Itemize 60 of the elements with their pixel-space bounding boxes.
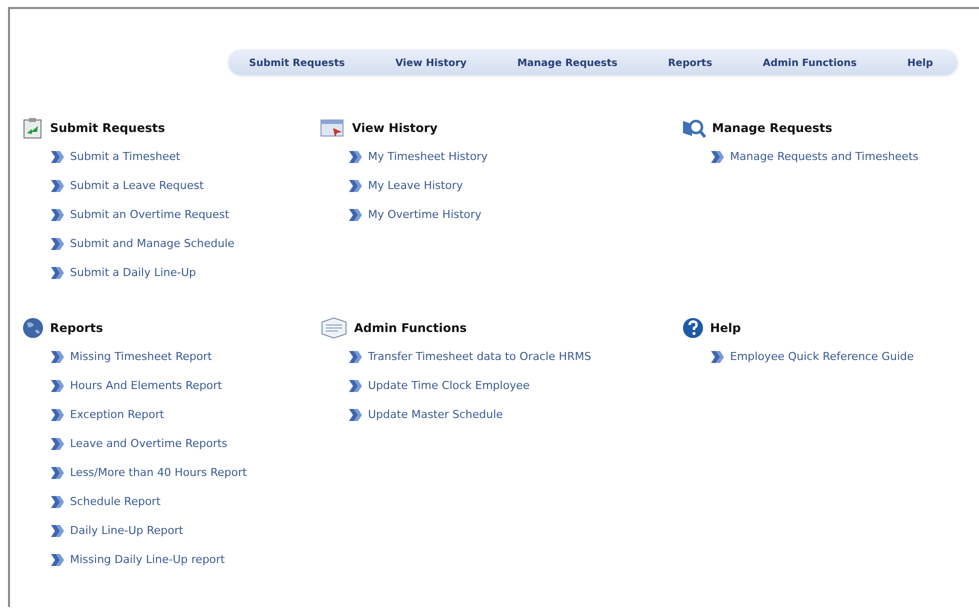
menu-link[interactable]: Hours And Elements Report (70, 379, 222, 392)
section-title: Reports (50, 321, 104, 335)
chevron-icon (348, 150, 363, 164)
section-title: View History (352, 121, 438, 135)
menu-link[interactable]: My Timesheet History (368, 150, 488, 163)
chevron-icon (50, 552, 65, 566)
section-title: Help (710, 321, 741, 335)
menu-link[interactable]: My Leave History (368, 179, 463, 192)
chevron-icon (348, 378, 363, 392)
envelope-icon (320, 316, 348, 340)
chevron-icon (50, 408, 65, 422)
chevron-icon (710, 150, 725, 164)
menu-link[interactable]: Submit a Leave Request (70, 179, 204, 192)
menu-link[interactable]: Update Master Schedule (368, 408, 503, 421)
globe-icon (22, 317, 44, 339)
nav-link[interactable]: Admin Functions (762, 58, 857, 68)
chevron-icon (348, 408, 363, 422)
window-icon (320, 118, 346, 138)
section-title: Manage Requests (712, 121, 832, 135)
menu-link[interactable]: Missing Daily Line-Up report (70, 553, 225, 566)
chevron-icon (50, 436, 65, 450)
menu-link[interactable]: Manage Requests and Timesheets (730, 150, 918, 163)
nav-link[interactable]: Submit Requests (249, 58, 345, 68)
nav-link[interactable]: Help (907, 58, 933, 68)
chevron-icon (50, 466, 65, 480)
section-title: Admin Functions (354, 321, 467, 335)
chevron-icon (50, 378, 65, 392)
chevron-icon (50, 208, 65, 222)
chevron-icon (348, 208, 363, 222)
chevron-icon (50, 494, 65, 508)
menu-link[interactable]: Missing Timesheet Report (70, 350, 212, 363)
chevron-icon (50, 524, 65, 538)
menu-link[interactable]: Update Time Clock Employee (368, 379, 530, 392)
nav-link[interactable]: View History (395, 58, 467, 68)
chevron-icon (50, 266, 65, 280)
chevron-icon (710, 350, 725, 364)
nav-link[interactable]: Manage Requests (517, 58, 618, 68)
menu-link[interactable]: Daily Line-Up Report (70, 524, 184, 537)
chevron-icon (50, 350, 65, 364)
magnifier-icon (682, 117, 706, 139)
menu-link[interactable]: My Overtime History (368, 208, 482, 221)
menu-link[interactable]: Less/More than 40 Hours Report (70, 466, 247, 479)
menu-link[interactable]: Transfer Timesheet data to Oracle HRMS (368, 350, 592, 363)
menu-link[interactable]: Submit an Overtime Request (70, 208, 230, 221)
chevron-icon (348, 350, 363, 364)
chevron-icon (50, 236, 65, 250)
menu-link[interactable]: Schedule Report (70, 495, 161, 508)
menu-link[interactable]: Submit a Daily Line-Up (70, 266, 196, 279)
menu-link[interactable]: Leave and Overtime Reports (70, 437, 228, 450)
section-title: Submit Requests (50, 121, 165, 135)
menu-link[interactable]: Submit and Manage Schedule (70, 237, 234, 250)
chevron-icon (50, 178, 65, 192)
nav-link[interactable]: Reports (668, 58, 712, 68)
menu-link[interactable]: Employee Quick Reference Guide (730, 350, 914, 363)
chevron-icon (348, 178, 363, 192)
clipboard-icon (22, 117, 44, 139)
help-icon (682, 317, 704, 339)
chevron-icon (50, 150, 65, 164)
menu-link[interactable]: Submit a Timesheet (70, 150, 180, 163)
menu-link[interactable]: Exception Report (70, 408, 164, 421)
